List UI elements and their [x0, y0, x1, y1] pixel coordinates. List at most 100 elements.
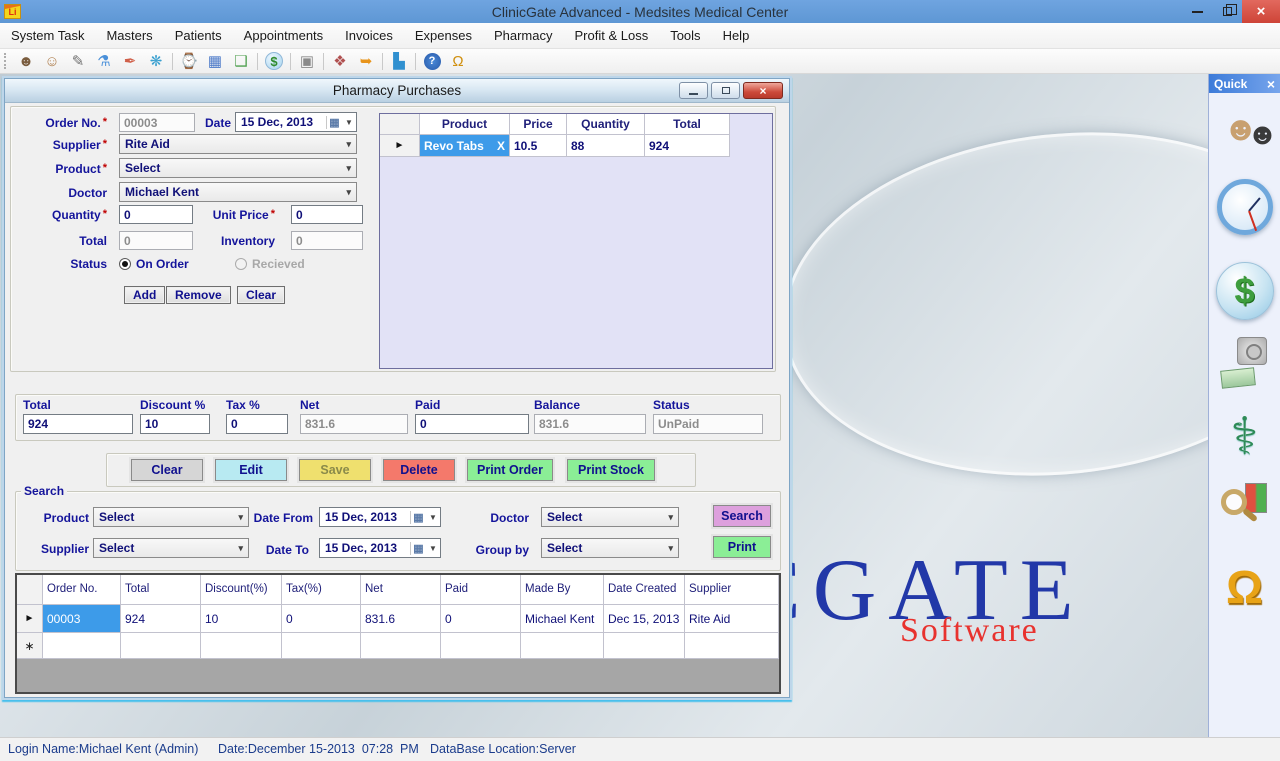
close-button[interactable]: × — [1242, 0, 1280, 23]
quantity-field[interactable] — [119, 205, 193, 224]
total-cell[interactable]: 924 — [645, 135, 730, 157]
clock-icon[interactable] — [1215, 165, 1275, 249]
search-button[interactable]: Search — [713, 505, 771, 527]
net-cell[interactable]: 831.6 — [361, 605, 441, 633]
dialog-maximize-button[interactable] — [711, 82, 740, 99]
price-cell[interactable]: 10.5 — [510, 135, 567, 157]
save-button[interactable]: Save — [299, 459, 371, 481]
chart-icon[interactable]: ▙ — [387, 51, 411, 71]
orders-grid-new-row[interactable]: ∗ — [17, 633, 779, 659]
orders-grid-row[interactable]: ► 00003 924 10 0 831.6 0 Michael Kent De… — [17, 605, 779, 633]
discount-field[interactable]: 10 — [140, 414, 210, 434]
balance-field[interactable]: 831.6 — [534, 414, 646, 434]
date-from-picker[interactable]: 15 Dec, 2013 ▦ ▼ — [319, 507, 441, 527]
expenses-icon[interactable]: ▣ — [295, 51, 319, 71]
items-grid-row[interactable]: ► Revo Tabs X 10.5 88 924 — [380, 135, 772, 157]
col-tax[interactable]: Tax(%) — [282, 575, 361, 605]
restore-button[interactable] — [1212, 0, 1242, 23]
bell-icon[interactable]: Ω — [1215, 545, 1275, 629]
print-stock-button[interactable]: Print Stock — [567, 459, 655, 481]
search-supplier-combobox[interactable]: Select ▾ — [93, 538, 249, 558]
supplier-combobox[interactable]: Rite Aid ▾ — [119, 134, 357, 154]
col-discount[interactable]: Discount(%) — [201, 575, 282, 605]
invoice-icon[interactable]: ❑ — [229, 51, 253, 71]
new-row-selector-cell[interactable]: ∗ — [17, 633, 43, 659]
lab-icon[interactable]: ⚗ — [92, 51, 116, 71]
paid-field[interactable]: 0 — [415, 414, 529, 434]
product-cell[interactable]: Revo Tabs X — [420, 135, 510, 157]
add-button[interactable]: Add — [124, 286, 165, 304]
edit-button[interactable]: Edit — [215, 459, 287, 481]
remove-item-icon[interactable]: X — [497, 139, 505, 153]
col-supplier[interactable]: Supplier — [685, 575, 779, 605]
doctor-combobox[interactable]: Michael Kent ▾ — [119, 182, 357, 202]
search-doctor-combobox[interactable]: Select ▾ — [541, 507, 679, 527]
menu-pharmacy[interactable]: Pharmacy — [483, 23, 564, 48]
signature-icon[interactable]: ✎ — [66, 51, 90, 71]
help-icon[interactable]: ? — [420, 51, 444, 71]
tax-cell[interactable]: 0 — [282, 605, 361, 633]
remove-button[interactable]: Remove — [166, 286, 231, 304]
col-total[interactable]: Total — [645, 114, 730, 135]
net-field[interactable]: 831.6 — [300, 414, 408, 434]
status-radio-on-order[interactable]: On Order — [119, 255, 189, 273]
print-button[interactable]: Print — [713, 536, 771, 558]
total-cell[interactable]: 924 — [121, 605, 201, 633]
swoosh-icon[interactable]: ➥ — [354, 51, 378, 71]
patient-icon[interactable]: ☺ — [40, 51, 64, 71]
group-by-combobox[interactable]: Select ▾ — [541, 538, 679, 558]
col-total[interactable]: Total — [121, 575, 201, 605]
col-net[interactable]: Net — [361, 575, 441, 605]
discount-cell[interactable]: 10 — [201, 605, 282, 633]
row-selector-cell[interactable]: ► — [380, 135, 420, 157]
clock-icon[interactable]: ⌚ — [177, 51, 201, 71]
menu-invoices[interactable]: Invoices — [334, 23, 404, 48]
reports-magnifier-icon[interactable] — [1215, 479, 1275, 545]
col-price[interactable]: Price — [510, 114, 567, 135]
total-field[interactable]: 924 — [23, 414, 133, 434]
tax-field[interactable]: 0 — [226, 414, 288, 434]
date-created-cell[interactable]: Dec 15, 2013 — [604, 605, 685, 633]
date-to-picker[interactable]: 15 Dec, 2013 ▦ ▼ — [319, 538, 441, 558]
made-by-cell[interactable]: Michael Kent — [521, 605, 604, 633]
line-total-field[interactable] — [119, 231, 193, 250]
col-order-no[interactable]: Order No. — [43, 575, 121, 605]
prescription-pen-icon[interactable]: ✒ — [118, 51, 142, 71]
expenses-safe-icon[interactable] — [1215, 333, 1275, 395]
pharmacy-icon[interactable]: ⚕ — [1215, 395, 1275, 479]
dialog-close-button[interactable]: × — [743, 82, 783, 99]
menu-masters[interactable]: Masters — [95, 23, 163, 48]
clear-button[interactable]: Clear — [131, 459, 203, 481]
patients-group-icon[interactable]: ☻ — [14, 51, 38, 71]
menu-profit-loss[interactable]: Profit & Loss — [564, 23, 660, 48]
close-icon[interactable]: × — [1267, 76, 1275, 92]
flower-icon[interactable]: ❋ — [144, 51, 168, 71]
unit-price-field[interactable] — [291, 205, 363, 224]
print-order-button[interactable]: Print Order — [467, 459, 553, 481]
calendar-icon[interactable]: ▦ — [203, 51, 227, 71]
cash-register-icon[interactable]: ❖ — [328, 51, 352, 71]
col-date-created[interactable]: Date Created — [604, 575, 685, 605]
dollar-icon[interactable]: $ — [262, 51, 286, 71]
paystatus-field[interactable]: UnPaid — [653, 414, 763, 434]
menu-appointments[interactable]: Appointments — [233, 23, 335, 48]
product-combobox[interactable]: Select ▾ — [119, 158, 357, 178]
menu-patients[interactable]: Patients — [164, 23, 233, 48]
col-quantity[interactable]: Quantity — [567, 114, 645, 135]
col-paid[interactable]: Paid — [441, 575, 521, 605]
status-radio-received[interactable]: Recieved — [235, 255, 305, 273]
clear-line-button[interactable]: Clear — [237, 286, 285, 304]
paid-cell[interactable]: 0 — [441, 605, 521, 633]
date-picker[interactable]: 15 Dec, 2013 ▦ ▼ — [235, 112, 357, 132]
delete-button[interactable]: Delete — [383, 459, 455, 481]
minimize-button[interactable] — [1182, 0, 1212, 23]
dialog-minimize-button[interactable] — [679, 82, 708, 99]
menu-system-task[interactable]: System Task — [0, 23, 95, 48]
menu-expenses[interactable]: Expenses — [404, 23, 483, 48]
col-product[interactable]: Product — [420, 114, 510, 135]
bell-icon[interactable]: Ω — [446, 51, 470, 71]
order-no-cell[interactable]: 00003 — [43, 605, 121, 633]
supplier-cell[interactable]: Rite Aid — [685, 605, 779, 633]
inventory-field[interactable] — [291, 231, 363, 250]
billing-dollar-icon[interactable]: $ — [1215, 249, 1275, 333]
